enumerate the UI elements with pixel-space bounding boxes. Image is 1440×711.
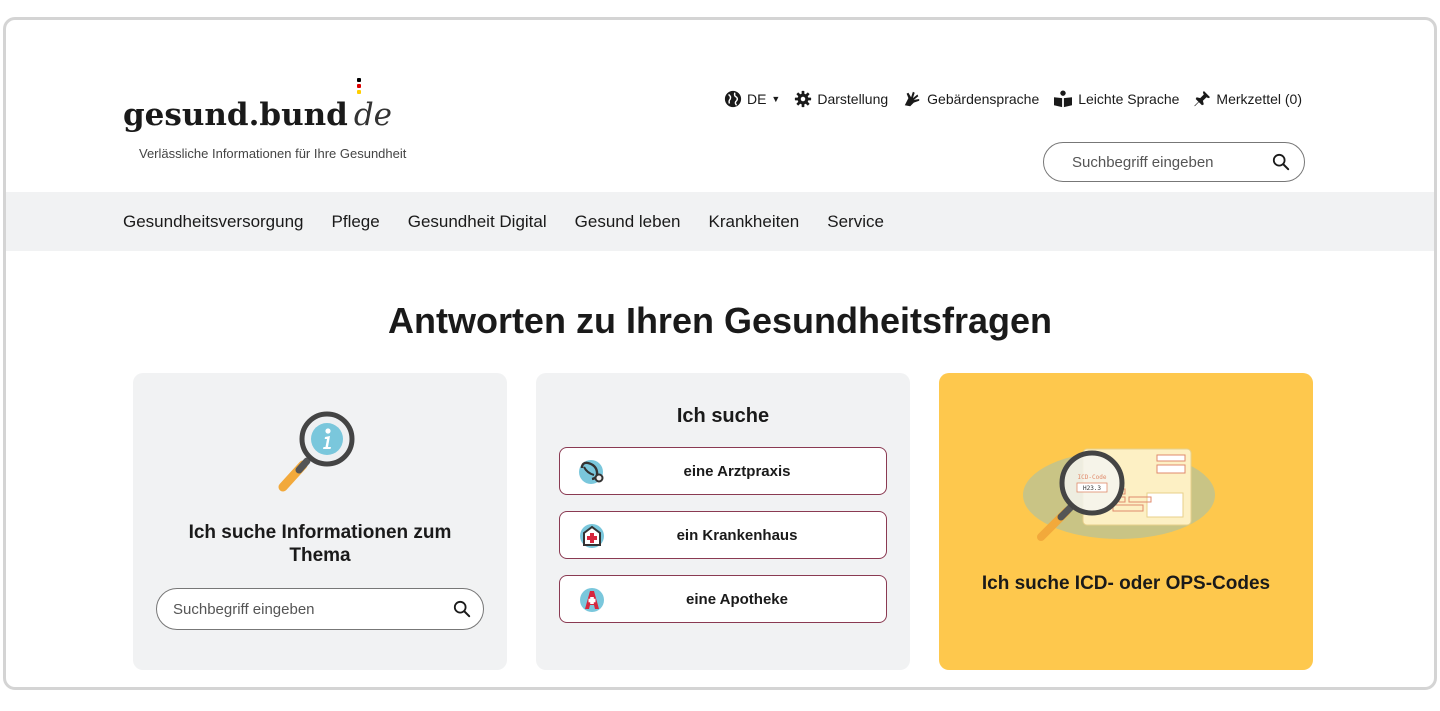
- globe-icon: [724, 90, 742, 108]
- magnifier-info-icon: [278, 411, 355, 492]
- search-icon[interactable]: [1272, 153, 1290, 171]
- nav-item-gesundheit-digital[interactable]: Gesundheit Digital: [408, 212, 547, 232]
- page-headline: Antworten zu Ihren Gesundheitsfragen: [387, 300, 1053, 341]
- choice-arztpraxis-button[interactable]: eine Arztpraxis: [559, 447, 887, 495]
- bookmarks-link[interactable]: Merkzettel (0): [1193, 90, 1302, 108]
- facility-search-card: Ich suche eine Arztpraxis ein Krankenhau…: [536, 373, 910, 670]
- choice-krankenhaus-label: ein Krankenhaus: [676, 526, 798, 544]
- choice-arztpraxis-label: eine Arztpraxis: [683, 462, 791, 480]
- header-search-input[interactable]: Suchbegriff eingeben: [1043, 142, 1305, 182]
- nav-item-pflege[interactable]: Pflege: [332, 212, 380, 232]
- search-icon[interactable]: [453, 600, 471, 618]
- illustration-code-value: H23.3: [1083, 485, 1101, 492]
- page-frame: gesund.bund de Verlässliche Informatione…: [3, 17, 1437, 690]
- choice-apotheke-button[interactable]: eine Apotheke: [559, 575, 887, 623]
- illustration-code-label: ICD-Code: [1078, 474, 1107, 481]
- logo-brand: gesund.bund: [123, 97, 348, 133]
- display-settings[interactable]: Darstellung: [794, 90, 888, 108]
- icd-ops-codes-card[interactable]: ICD-Code H23.3 Ich suche ICD- oder OPS-C…: [939, 373, 1313, 670]
- caret-down-icon: ▼: [771, 94, 781, 104]
- nav-item-service[interactable]: Service: [827, 212, 884, 232]
- facility-card-title: Ich suche: [676, 405, 770, 427]
- nav-item-gesund-leben[interactable]: Gesund leben: [575, 212, 681, 232]
- topic-search-placeholder: Suchbegriff eingeben: [173, 600, 315, 618]
- choice-krankenhaus-button[interactable]: ein Krankenhaus: [559, 511, 887, 559]
- flag-dots: [356, 78, 361, 94]
- sign-language-link[interactable]: Gebärdensprache: [902, 90, 1039, 108]
- topic-search-input[interactable]: Suchbegriff eingeben: [156, 588, 484, 630]
- stethoscope-icon: [579, 460, 604, 484]
- logo-tld: de: [354, 78, 392, 131]
- hospital-icon: [580, 524, 604, 548]
- main-navigation: Gesundheitsversorgung Pflege Gesundheit …: [6, 192, 1434, 251]
- easy-language-icon: [1054, 90, 1073, 108]
- header-search-placeholder: Suchbegriff eingeben: [1072, 153, 1214, 171]
- easy-language-link[interactable]: Leichte Sprache: [1053, 90, 1179, 108]
- nav-item-gesundheitsversorgung[interactable]: Gesundheitsversorgung: [123, 212, 304, 232]
- info-search-card: Ich suche Informationen zum Thema Suchbe…: [133, 373, 507, 670]
- service-nav: DE ▼ Darstellung Gebärdensprache Leichte…: [724, 90, 1302, 108]
- nav-item-krankheiten[interactable]: Krankheiten: [709, 212, 800, 232]
- site-logo[interactable]: gesund.bund de Verlässliche Informatione…: [123, 78, 406, 161]
- choice-apotheke-label: eine Apotheke: [686, 590, 788, 608]
- sign-language-icon: [904, 91, 920, 107]
- icd-code-illustration: ICD-Code H23.3: [1023, 448, 1215, 541]
- pharmacy-icon: [580, 588, 604, 612]
- info-card-title: Ich suche Informationen zum Thema: [188, 522, 452, 566]
- pin-icon: [1194, 90, 1211, 107]
- logo-wordmark: gesund.bund de: [123, 78, 392, 133]
- gear-icon: [795, 90, 812, 108]
- codes-card-title: Ich suche ICD- oder OPS-Codes: [981, 573, 1271, 594]
- site-header: gesund.bund de Verlässliche Informatione…: [6, 20, 1434, 192]
- language-selector[interactable]: DE ▼: [724, 90, 780, 108]
- logo-tagline: Verlässliche Informationen für Ihre Gesu…: [139, 146, 407, 161]
